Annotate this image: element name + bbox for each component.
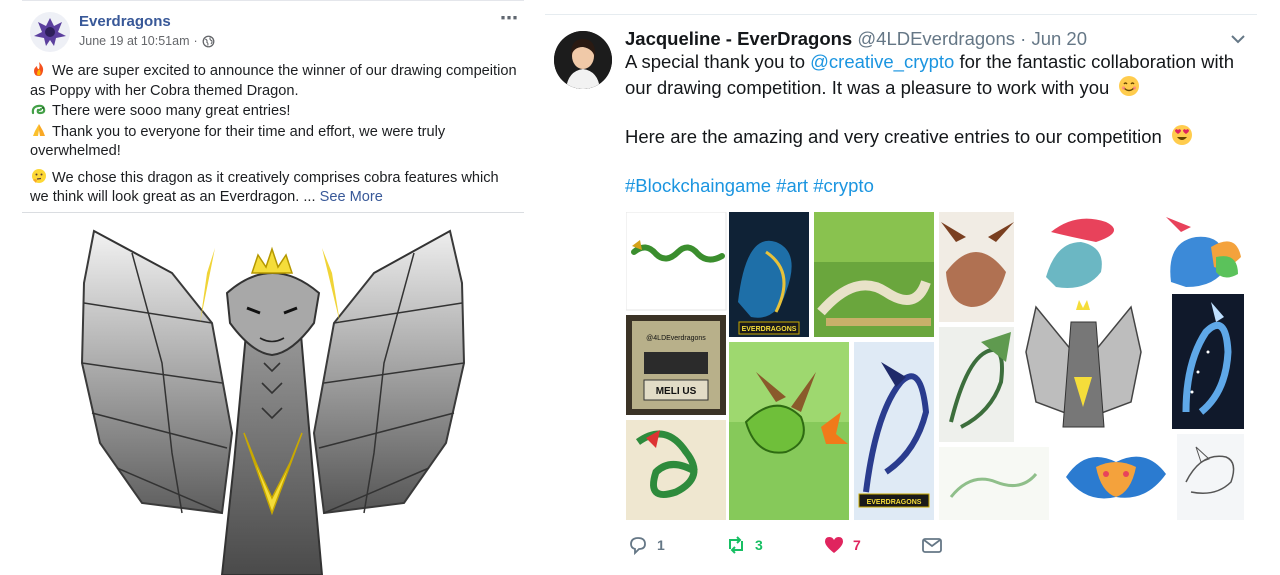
text-segment: Here are the amazing and very creative e… — [625, 126, 1162, 147]
see-more-link[interactable]: See More — [320, 189, 383, 205]
thinking-face-emoji-icon — [32, 168, 46, 183]
chevron-down-icon[interactable] — [1229, 30, 1247, 48]
winning-dragon-illustration — [80, 229, 466, 575]
tweet-text: A special thank you to @creative_crypto … — [625, 49, 1245, 199]
paragraph-text: We chose this dragon as it creatively co… — [30, 169, 499, 206]
post-meta: June 19 at 10:51am · — [79, 34, 215, 48]
post-paragraph: We chose this dragon as it creatively co… — [30, 168, 520, 208]
meta-separator: · — [193, 34, 198, 48]
post-paragraph: There were sooo many great entries! — [30, 101, 520, 122]
collage-label: MELI US — [656, 386, 697, 397]
retweet-button[interactable]: 3 — [725, 534, 763, 556]
direct-message-button[interactable] — [921, 534, 943, 556]
post-body: We are super excited to announce the win… — [30, 61, 520, 208]
collage-label: EVERDRAGONS — [742, 326, 797, 333]
paragraph-text: Thank you to everyone for their time and… — [30, 123, 446, 160]
paragraph-text: We are super excited to announce the win… — [30, 63, 517, 99]
page-avatar[interactable] — [30, 12, 70, 52]
more-options-icon[interactable]: ⋯ — [500, 8, 519, 29]
tweet-paragraph: Here are the amazing and very creative e… — [625, 124, 1245, 150]
tweet-header: Jacqueline - EverDragons @4LDEverdragons… — [625, 28, 1087, 50]
tweet: Jacqueline - EverDragons @4LDEverdragons… — [545, 0, 1280, 575]
post-top-border — [22, 0, 524, 1]
retweet-count: 3 — [755, 537, 763, 553]
like-button[interactable]: 7 — [823, 534, 861, 556]
author-name[interactable]: Jacqueline - EverDragons — [625, 28, 852, 49]
entries-collage-image[interactable]: @4LDEverdragons MELI US EVERDRAGONS EVER… — [625, 211, 1244, 520]
tweet-actions: 1 3 7 — [627, 534, 967, 562]
hashtag-links[interactable]: #Blockchaingame #art #crypto — [625, 175, 874, 196]
author-avatar[interactable] — [554, 31, 612, 89]
post-timestamp[interactable]: June 19 at 10:51am — [79, 34, 190, 48]
author-photo — [554, 31, 612, 89]
author-handle[interactable]: @4LDEverdragons — [857, 28, 1015, 49]
globe-icon[interactable] — [202, 35, 215, 48]
page-name[interactable]: Everdragons — [79, 13, 171, 30]
mention-link[interactable]: @creative_crypto — [810, 51, 954, 72]
entries-collage: @4LDEverdragons MELI US EVERDRAGONS EVER… — [625, 211, 1244, 520]
dragon-emoji-icon — [31, 104, 46, 115]
tweet-paragraph: A special thank you to @creative_crypto … — [625, 49, 1245, 101]
reply-count: 1 — [657, 537, 665, 553]
like-count: 7 — [853, 537, 861, 553]
tweet-paragraph: #Blockchaingame #art #crypto — [625, 173, 1245, 199]
smiling-face-emoji-icon — [1119, 76, 1140, 96]
collage-label: @4LDEverdragons — [646, 335, 706, 342]
winning-dragon-drawing[interactable] — [22, 213, 524, 575]
praying-hands-emoji-icon — [33, 123, 45, 136]
reply-button[interactable]: 1 — [627, 534, 665, 556]
header-separator: · — [1020, 28, 1027, 49]
dragon-logo-icon — [34, 18, 66, 46]
tweet-top-border — [545, 14, 1257, 15]
post-paragraph: Thank you to everyone for their time and… — [30, 122, 520, 162]
reply-icon — [630, 537, 646, 556]
envelope-icon — [922, 538, 942, 553]
collage-label: EVERDRAGONS — [867, 499, 922, 506]
tweet-date[interactable]: Jun 20 — [1031, 28, 1087, 49]
heart-icon — [825, 537, 843, 553]
text-segment: A special thank you to — [625, 51, 811, 72]
facebook-post: Everdragons June 19 at 10:51am · ⋯ We ar… — [0, 0, 545, 575]
heart-eyes-emoji-icon — [1171, 125, 1192, 145]
paragraph-text: There were sooo many great entries! — [52, 103, 291, 119]
post-paragraph: We are super excited to announce the win… — [30, 61, 520, 101]
fire-emoji-icon — [34, 62, 44, 76]
retweet-icon — [729, 536, 743, 554]
